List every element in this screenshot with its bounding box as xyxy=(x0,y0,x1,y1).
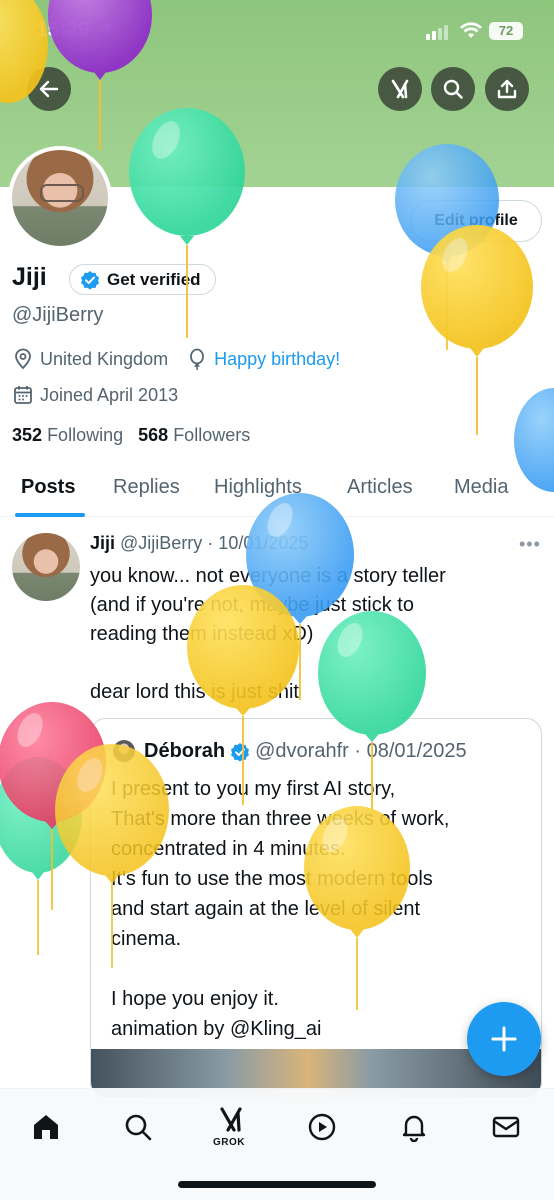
home-icon xyxy=(34,1115,58,1139)
cellular-signal-icon xyxy=(426,25,448,40)
grok-icon xyxy=(391,79,409,99)
search-button[interactable] xyxy=(431,67,475,111)
back-arrow-icon xyxy=(39,80,59,98)
grok-icon xyxy=(220,1107,242,1132)
profile-birthday: Happy birthday! xyxy=(214,348,341,369)
quote-author-meta: @dvorahfr · 08/01/2025 xyxy=(255,740,467,762)
following-count: 352 xyxy=(12,425,43,445)
follow-counts: 352 Following 568 Followers xyxy=(12,425,250,446)
quote-author-name: Déborah xyxy=(144,740,226,762)
video-icon xyxy=(308,1113,336,1141)
status-bar: 15:29 72 xyxy=(0,0,554,60)
search-icon xyxy=(125,1114,152,1141)
post-author-name[interactable]: Jiji xyxy=(90,533,115,553)
location-arrow-icon xyxy=(99,22,113,36)
get-verified-button[interactable]: Get verified xyxy=(69,264,216,295)
followers-link[interactable]: 568 Followers xyxy=(138,425,250,445)
birthday-balloon-icon xyxy=(186,348,208,370)
compose-post-button[interactable] xyxy=(467,1002,541,1076)
tab-media[interactable]: Media xyxy=(454,476,508,499)
profile-meta-row-1: United Kingdom Happy birthday! xyxy=(12,348,340,370)
compose-plus-icon xyxy=(491,1026,517,1052)
tab-highlights[interactable]: Highlights xyxy=(214,476,302,499)
quote-text: I present to you my first AI story, That… xyxy=(111,778,450,1040)
balloon-green-left xyxy=(0,757,82,955)
profile-handle: @JijiBerry xyxy=(12,304,104,326)
profile-avatar[interactable] xyxy=(8,146,112,250)
edit-profile-button[interactable]: Edit profile xyxy=(410,200,542,242)
followers-count: 568 xyxy=(138,425,169,445)
back-button[interactable] xyxy=(27,67,71,111)
nav-home[interactable] xyxy=(26,1107,66,1147)
verified-badge-icon xyxy=(231,742,250,761)
share-button[interactable] xyxy=(485,67,529,111)
active-tab-indicator xyxy=(15,513,85,517)
followers-label: Followers xyxy=(173,425,251,445)
battery-indicator: 72 xyxy=(489,22,523,40)
nav-messages[interactable] xyxy=(486,1107,526,1147)
post-header: Jiji @JijiBerry · 10/01/2025 xyxy=(90,533,308,554)
tab-posts[interactable]: Posts xyxy=(21,476,75,499)
nav-video[interactable] xyxy=(302,1107,342,1147)
status-time: 15:29 xyxy=(36,18,90,41)
bell-icon xyxy=(402,1115,426,1142)
share-icon xyxy=(497,79,517,99)
search-icon xyxy=(443,79,463,99)
nav-grok[interactable] xyxy=(211,1099,251,1139)
home-indicator xyxy=(178,1181,376,1188)
profile-tabs: Posts Replies Highlights Articles Media xyxy=(0,462,554,517)
post-text: you know... not everyone is a story tell… xyxy=(90,565,446,703)
quote-header: Déborah @dvorahfr · 08/01/2025 xyxy=(144,740,467,763)
post-author-meta: @JijiBerry · 10/01/2025 xyxy=(120,533,309,553)
profile-name: Jiji xyxy=(12,263,47,291)
verified-badge-icon xyxy=(81,270,99,289)
calendar-icon xyxy=(12,384,34,406)
wifi-icon xyxy=(460,22,482,38)
nav-notifications[interactable] xyxy=(394,1107,434,1147)
balloon-yellow-right xyxy=(421,225,533,435)
nav-search[interactable] xyxy=(118,1107,158,1147)
quote-avatar xyxy=(113,740,135,762)
mail-icon xyxy=(492,1116,520,1138)
tab-replies[interactable]: Replies xyxy=(113,476,180,499)
profile-location: United Kingdom xyxy=(40,348,169,369)
grok-button[interactable] xyxy=(378,67,422,111)
profile-meta-row-2: Joined April 2013 xyxy=(12,384,178,406)
location-icon xyxy=(12,348,34,370)
post-more-button[interactable]: ••• xyxy=(519,534,541,555)
get-verified-label: Get verified xyxy=(107,269,201,289)
nav-grok-label: GROK xyxy=(213,1137,245,1148)
tab-articles[interactable]: Articles xyxy=(347,476,413,499)
following-label: Following xyxy=(47,425,124,445)
profile-joined: Joined April 2013 xyxy=(40,384,179,405)
following-link[interactable]: 352 Following xyxy=(12,425,123,445)
post-avatar[interactable] xyxy=(12,533,80,601)
